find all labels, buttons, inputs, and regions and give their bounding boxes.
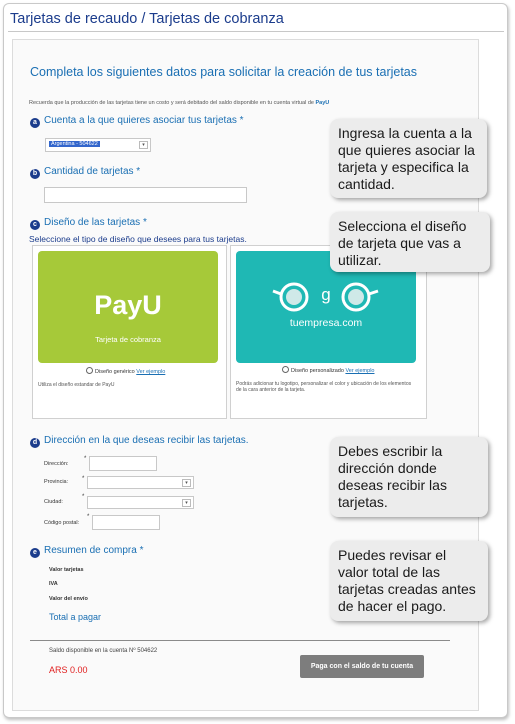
section-design-title: Diseño de las tarjetas * (44, 217, 147, 228)
account-select[interactable]: Argentina - 504622 ▾ (45, 138, 151, 152)
codigo-postal-required: * (87, 514, 90, 520)
provincia-select[interactable]: ▾ (87, 476, 194, 489)
chevron-down-icon: ▾ (182, 499, 191, 507)
section-address-title: Dirección en la que deseas recibir las t… (44, 435, 249, 446)
section-quantity: b Cantidad de tarjetas * (30, 166, 140, 179)
tip-account: Ingresa la cuenta a la que quieres asoci… (330, 119, 487, 198)
generic-card-preview: PayU Tarjeta de cobranza (38, 251, 218, 363)
generic-card-text: Tarjeta de cobranza (95, 335, 161, 344)
generic-example-link[interactable]: Ver ejemplo (136, 369, 165, 375)
section-account-title: Cuenta a la que quieres asociar tus tarj… (44, 115, 244, 126)
custom-radio-row[interactable]: Diseño personalizado Ver ejemplo (282, 366, 374, 374)
section-design: c Diseño de las tarjetas * (30, 217, 147, 230)
section-b-badge: b (30, 169, 40, 179)
section-summary-title: Resumen de compra * (44, 545, 144, 556)
tip-design: Selecciona el diseño de tarjeta que vas … (330, 212, 490, 272)
custom-card-text: tuempresa.com (289, 317, 363, 329)
cost-note: Recuerda que la producción de las tarjet… (29, 100, 329, 106)
section-d-badge: d (30, 438, 40, 448)
codigo-postal-input[interactable] (92, 515, 160, 530)
tip-summary: Puedes revisar el valor total de las tar… (330, 541, 488, 621)
generic-radio[interactable] (86, 367, 93, 374)
provincia-required: * (82, 476, 85, 482)
codigo-postal-label: Código postal: (44, 520, 80, 526)
custom-option-label: Diseño personalizado (291, 368, 344, 374)
form-intro: Completa los siguientes datos para solic… (30, 65, 418, 79)
footer-divider (30, 640, 450, 641)
summary-iva: IVA (49, 581, 58, 587)
custom-logo-letter: g (321, 285, 331, 304)
custom-example-link[interactable]: Ver ejemplo (345, 368, 374, 374)
account-select-value: Argentina - 504622 (49, 141, 100, 147)
generic-description: Utiliza el diseño estandar de PayU (38, 382, 115, 388)
pay-button[interactable]: Paga con el saldo de tu cuenta (300, 655, 424, 678)
cost-note-brand: PayU (315, 100, 330, 106)
summary-valor-tarjetas: Valor tarjetas (49, 567, 84, 573)
section-quantity-title: Cantidad de tarjetas * (44, 166, 141, 177)
provincia-label: Provincia: (44, 479, 69, 485)
custom-radio[interactable] (282, 366, 289, 373)
chevron-down-icon: ▾ (139, 141, 148, 149)
section-a-badge: a (30, 118, 40, 128)
payu-logo: PayU (94, 290, 162, 320)
summary-valor-envio: Valor del envío (49, 596, 88, 602)
header-divider (8, 31, 504, 32)
page-title: Tarjetas de recaudo / Tarjetas de cobran… (10, 11, 284, 27)
ciudad-select[interactable]: ▾ (87, 496, 194, 509)
direccion-required: * (84, 456, 87, 462)
balance-label: Saldo disponible en la cuenta Nº 504622 (49, 648, 158, 654)
section-account: a Cuenta a la que quieres asociar tus tar… (30, 115, 244, 128)
design-subtitle: Seleccione el tipo de diseño que desees … (29, 234, 247, 244)
section-e-badge: e (30, 548, 40, 558)
chevron-down-icon: ▾ (182, 479, 191, 487)
summary-total: Total a pagar (49, 612, 102, 622)
generic-radio-row[interactable]: Diseño genérico Ver ejemplo (86, 367, 165, 375)
generic-option-label: Diseño genérico (95, 369, 135, 375)
section-address: d Dirección en la que deseas recibir las … (30, 435, 249, 448)
direccion-input[interactable] (89, 456, 157, 471)
direccion-label: Dirección: (44, 461, 69, 467)
custom-description: Podrás adicionar tu logotipo, personaliz… (236, 381, 412, 393)
ciudad-label: Ciudad: (44, 499, 63, 505)
quantity-input[interactable] (44, 187, 247, 203)
section-c-badge: c (30, 220, 40, 230)
section-summary: e Resumen de compra * (30, 545, 144, 558)
balance-amount: ARS 0.00 (49, 665, 88, 675)
tip-address: Debes escribir la dirección donde deseas… (330, 437, 488, 517)
ciudad-required: * (82, 494, 85, 500)
cost-note-text: Recuerda que la producción de las tarjet… (29, 100, 314, 106)
